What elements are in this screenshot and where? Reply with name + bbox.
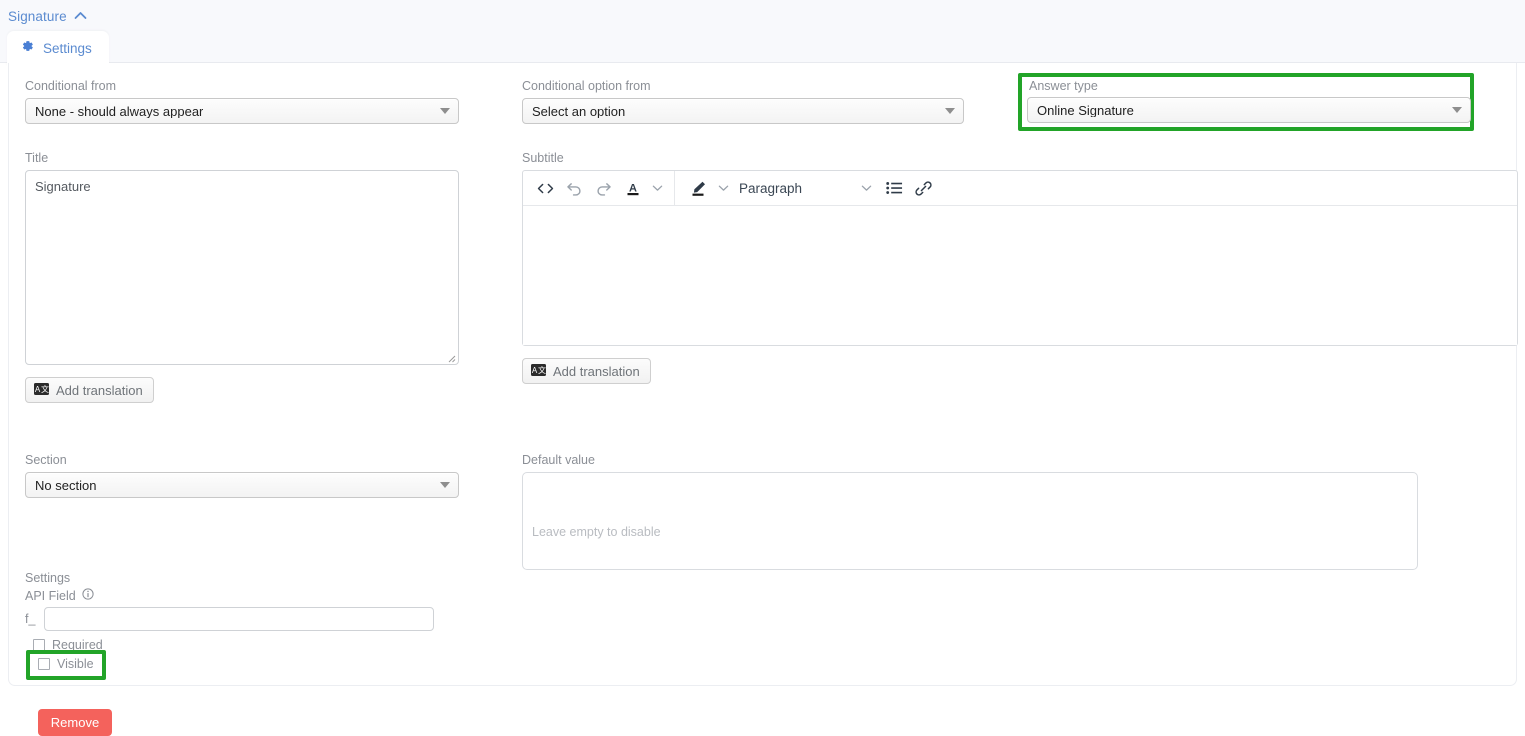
chevron-down-icon [945, 108, 955, 114]
settings-card: Conditional from None - should always ap… [8, 63, 1518, 736]
panel-title: Signature [8, 8, 67, 24]
subtitle-editor: A Paragraph [522, 170, 1518, 346]
translate-icon: A 文 [34, 382, 49, 398]
conditional-option-from-select[interactable]: Select an option [522, 98, 964, 124]
visible-checkbox-label: Visible [57, 657, 94, 671]
visible-checkbox-row[interactable]: Visible [38, 658, 94, 670]
toolbar-divider [674, 170, 675, 206]
title-label: Title [25, 151, 49, 165]
required-checkbox-row[interactable]: Required [33, 639, 103, 651]
api-field-input[interactable] [44, 607, 435, 631]
subtitle-editor-body[interactable] [523, 206, 1517, 345]
tab-settings[interactable]: Settings [7, 31, 109, 67]
api-field-prefix: f_ [25, 612, 36, 626]
title-group: Title A 文 Add translation [25, 151, 459, 403]
add-translation-title-button[interactable]: A 文 Add translation [25, 377, 154, 403]
block-format-chevron-down-icon[interactable] [856, 173, 876, 203]
conditional-option-from-label: Conditional option from [522, 79, 651, 93]
section-label: Section [25, 453, 67, 467]
info-icon[interactable] [82, 588, 94, 603]
chevron-down-icon [440, 108, 450, 114]
chevron-up-icon[interactable] [74, 7, 87, 25]
bullet-list-icon[interactable] [880, 173, 909, 203]
link-icon[interactable] [909, 173, 938, 203]
default-value-input[interactable]: Leave empty to disable [522, 472, 1418, 570]
collapse-signature-toggle[interactable]: Signature [8, 7, 87, 25]
section-group: Section No section [25, 453, 459, 498]
svg-text:文: 文 [41, 384, 49, 394]
add-translation-title-label: Add translation [56, 382, 143, 398]
add-translation-subtitle-label: Add translation [553, 363, 640, 379]
answer-type-select[interactable]: Online Signature [1027, 97, 1471, 123]
api-field-row: f_ [25, 607, 435, 631]
api-field-label-row: API Field [25, 588, 94, 603]
required-checkbox-label: Required [52, 638, 103, 652]
panel-header: Signature Settings [0, 0, 1525, 67]
highlight-color-chevron-down-icon[interactable] [713, 173, 733, 203]
svg-text:A: A [629, 182, 637, 194]
tab-settings-label: Settings [43, 41, 92, 56]
redo-icon[interactable] [589, 173, 618, 203]
editor-toolbar: A Paragraph [523, 170, 1517, 206]
conditional-option-from-value: Select an option [532, 104, 626, 118]
title-input[interactable] [25, 170, 459, 365]
settings-section-label: Settings [25, 571, 71, 585]
text-color-icon[interactable]: A [618, 173, 647, 203]
conditional-from-select[interactable]: None - should always appear [25, 98, 459, 124]
subtitle-group: Subtitle A Paragraph A 文 Add translation [522, 151, 1518, 384]
translate-icon: A 文 [531, 363, 546, 379]
add-translation-subtitle-button[interactable]: A 文 Add translation [522, 358, 651, 384]
gear-icon [20, 39, 34, 58]
chevron-down-icon [1452, 107, 1462, 113]
text-color-chevron-down-icon[interactable] [647, 173, 667, 203]
conditional-from-value: None - should always appear [35, 104, 204, 118]
default-value-placeholder: Leave empty to disable [532, 525, 661, 539]
chevron-down-icon [440, 482, 450, 488]
visible-checkbox[interactable] [38, 658, 50, 670]
remove-button[interactable]: Remove [38, 709, 112, 736]
highlight-color-icon[interactable] [684, 173, 713, 203]
block-format-label[interactable]: Paragraph [733, 181, 808, 196]
svg-text:文: 文 [538, 365, 546, 375]
required-checkbox[interactable] [33, 639, 45, 651]
default-value-group: Default value Leave empty to disable [522, 453, 1418, 570]
answer-type-label: Answer type [1029, 79, 1098, 93]
subtitle-label: Subtitle [522, 151, 564, 165]
section-value: No section [35, 478, 97, 492]
section-select[interactable]: No section [25, 472, 459, 498]
api-field-label: API Field [25, 588, 76, 603]
source-code-icon[interactable] [531, 173, 560, 203]
panel-tabs: Settings [7, 31, 109, 67]
conditional-from-label: Conditional from [25, 79, 117, 93]
conditional-option-from-group: Conditional option from Select an option [522, 79, 964, 124]
conditional-from-group: Conditional from None - should always ap… [25, 79, 459, 124]
answer-type-value: Online Signature [1037, 103, 1134, 117]
answer-type-group-highlight: Answer type Online Signature [1018, 73, 1474, 131]
default-value-label: Default value [522, 453, 595, 467]
undo-icon[interactable] [560, 173, 589, 203]
